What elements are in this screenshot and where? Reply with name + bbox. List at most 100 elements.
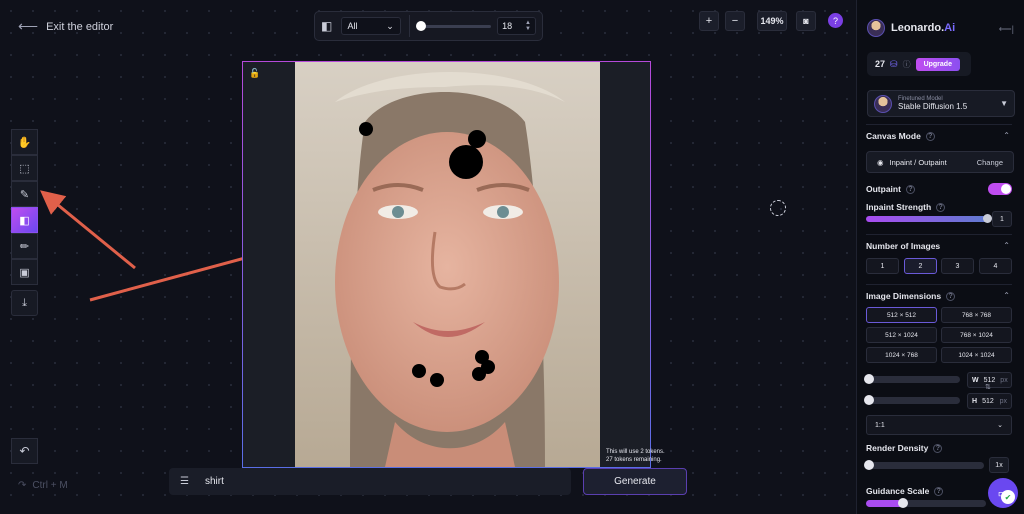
num-images-4-label: 4 xyxy=(993,262,998,270)
collapse-panel-icon[interactable]: ⟵| xyxy=(999,24,1014,35)
swap-dimensions-icon[interactable]: ⇅ xyxy=(985,383,991,391)
help-icon[interactable]: ? xyxy=(925,131,935,141)
model-avatar xyxy=(874,94,892,113)
aspect-ratio-value: 1:1 xyxy=(875,421,885,429)
render-density-title: Render Density? xyxy=(866,443,943,453)
upgrade-button[interactable]: Upgrade xyxy=(915,57,960,71)
help-icon[interactable]: ? xyxy=(946,291,956,301)
divider xyxy=(866,124,1012,125)
inpaint-strength-slider[interactable] xyxy=(866,214,992,223)
height-input[interactable]: H 512 px xyxy=(967,393,1012,409)
dimension-512x1024-label: 512 × 1024 xyxy=(885,331,918,339)
token-icon: ⛁ xyxy=(890,58,898,69)
dimension-512x512-label: 512 × 512 xyxy=(886,311,917,319)
model-select[interactable]: Finetuned Model Stable Diffusion 1.5 ▼ xyxy=(867,90,1015,117)
help-icon[interactable]: ? xyxy=(934,486,944,496)
slider-handle[interactable] xyxy=(983,214,992,223)
guidance-scale-title: Guidance Scale? xyxy=(866,486,944,496)
width-unit: px xyxy=(1000,376,1008,384)
token-usage-note: This will use 2 tokens. 27 tokens remain… xyxy=(606,448,665,464)
dimension-1024x1024-label: 1024 × 1024 xyxy=(958,351,995,359)
palette-icon: ◉ xyxy=(877,157,884,167)
num-images-3[interactable]: 3 xyxy=(941,258,974,274)
canvas-mode-title-text: Canvas Mode xyxy=(866,131,921,141)
settings-panel: Leonardo.Ai ⟵| 27 ⛁ ⓘ Upgrade Finetuned … xyxy=(856,0,1024,514)
help-icon[interactable]: ? xyxy=(936,202,946,212)
undo-button[interactable]: ↶ xyxy=(11,438,38,464)
chevron-up-icon[interactable]: ⌃ xyxy=(1003,131,1010,140)
number-of-images-title-text: Number of Images xyxy=(866,241,941,251)
redo-button[interactable]: ↷ Ctrl + M xyxy=(18,480,68,491)
prompt-bar[interactable]: ☰ shirt xyxy=(169,468,571,495)
canvas-mode-title: Canvas Mode? xyxy=(866,131,935,141)
help-icon[interactable]: ? xyxy=(905,184,915,194)
outpaint-toggle[interactable] xyxy=(988,183,1012,195)
height-label: H xyxy=(972,397,978,405)
slider-handle[interactable] xyxy=(864,374,874,384)
change-mode-button[interactable]: Change xyxy=(977,158,1003,167)
dimension-768x768[interactable]: 768 × 768 xyxy=(941,307,1012,323)
info-icon: ⓘ xyxy=(902,59,911,69)
height-unit: px xyxy=(999,397,1007,405)
undo-icon: ↶ xyxy=(19,444,30,458)
token-note-line-1: This will use 2 tokens. xyxy=(606,449,665,455)
height-value: 512 xyxy=(982,397,994,405)
token-note-line-2: 27 tokens remaining. xyxy=(606,457,662,463)
token-balance: 27 ⛁ ⓘ Upgrade xyxy=(867,52,971,76)
dimension-768x768-label: 768 × 768 xyxy=(961,311,992,319)
render-density-title-text: Render Density xyxy=(866,443,929,453)
token-count: 27 xyxy=(875,59,886,69)
generate-label: Generate xyxy=(614,476,656,487)
inpaint-strength-label-text: Inpaint Strength xyxy=(866,202,932,212)
num-images-4[interactable]: 4 xyxy=(979,258,1012,274)
height-slider[interactable] xyxy=(864,395,960,405)
render-density-slider[interactable] xyxy=(864,460,984,470)
brand-name-text: Leonardo. xyxy=(891,22,945,34)
chevron-down-icon: ⌄ xyxy=(997,422,1003,429)
brand-name: Leonardo.Ai xyxy=(891,22,955,34)
dimension-512x512[interactable]: 512 × 512 xyxy=(866,307,937,323)
image-dimensions-title: Image Dimensions? xyxy=(866,291,956,301)
chevron-up-icon[interactable]: ⌃ xyxy=(1003,241,1010,250)
brush-cursor xyxy=(770,200,786,216)
canvas-mode-box: ◉ Inpaint / Outpaint Change xyxy=(866,151,1014,173)
outpaint-label: Outpaint? xyxy=(866,184,915,194)
divider xyxy=(866,234,1012,235)
dimension-1024x768-label: 1024 × 768 xyxy=(885,351,918,359)
shortcut-label: Ctrl + M xyxy=(32,480,68,491)
generate-button[interactable]: Generate xyxy=(583,468,687,495)
dimension-1024x768[interactable]: 1024 × 768 xyxy=(866,347,937,363)
canvas-frame xyxy=(242,61,651,468)
dimension-1024x1024[interactable]: 1024 × 1024 xyxy=(941,347,1012,363)
slider-handle[interactable] xyxy=(864,460,874,470)
width-slider[interactable] xyxy=(864,374,960,384)
shield-check-icon: ✔ xyxy=(1001,490,1015,504)
image-dimensions-title-text: Image Dimensions xyxy=(866,291,942,301)
num-images-1[interactable]: 1 xyxy=(866,258,899,274)
slider-handle[interactable] xyxy=(864,395,874,405)
sliders-icon[interactable]: ☰ xyxy=(180,476,189,487)
guidance-scale-slider[interactable] xyxy=(866,498,986,508)
help-icon[interactable]: ? xyxy=(933,443,943,453)
render-density-value-text: 1x xyxy=(995,461,1003,469)
slider-handle[interactable] xyxy=(898,498,908,508)
number-of-images-title: Number of Images xyxy=(866,241,940,251)
dimension-768x1024[interactable]: 768 × 1024 xyxy=(941,327,1012,343)
avatar[interactable] xyxy=(867,19,885,37)
outpaint-label-text: Outpaint xyxy=(866,184,901,194)
num-images-2-label: 2 xyxy=(918,262,923,270)
brand: Leonardo.Ai xyxy=(867,19,955,37)
divider xyxy=(866,284,1012,285)
dimension-768x1024-label: 768 × 1024 xyxy=(960,331,993,339)
inpaint-strength-value[interactable]: 1 xyxy=(992,211,1012,227)
render-density-value[interactable]: 1x xyxy=(989,457,1009,473)
chevron-up-icon[interactable]: ⌃ xyxy=(1003,291,1010,300)
num-images-1-label: 1 xyxy=(880,262,885,270)
caret-down-icon: ▼ xyxy=(1000,99,1008,108)
canvas-mode-value: Inpaint / Outpaint xyxy=(889,157,947,167)
num-images-2[interactable]: 2 xyxy=(904,258,937,274)
dimension-512x1024[interactable]: 512 × 1024 xyxy=(866,327,937,343)
prompt-input[interactable]: shirt xyxy=(205,476,224,487)
arrow-to-eraser xyxy=(40,190,136,270)
aspect-ratio-select[interactable]: 1:1 ⌄ xyxy=(866,415,1012,435)
